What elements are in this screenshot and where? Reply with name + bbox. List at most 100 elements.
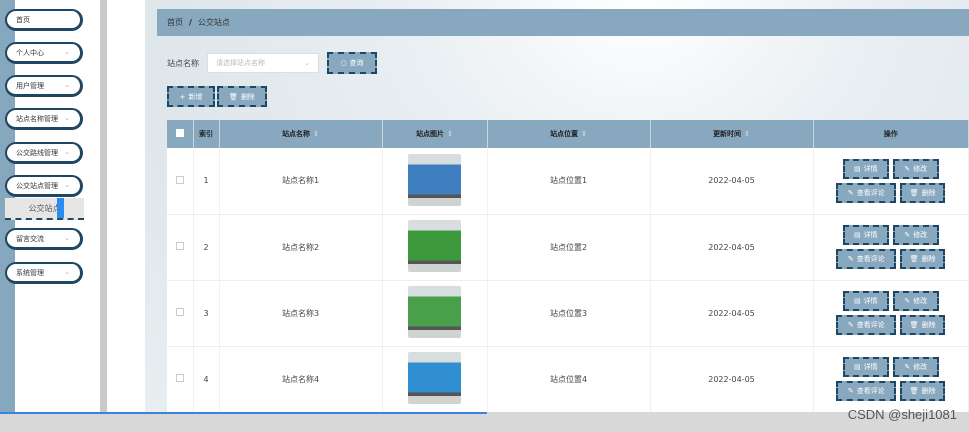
select-placeholder: 请选择站点名称 [216, 59, 265, 67]
document-icon: ▤ [853, 231, 861, 239]
sidebar-item-label: 站点名称管理 [16, 114, 58, 123]
sidebar-item-label: 公交站点管理 [16, 181, 58, 190]
table-row: 2 站点名称2 站点位置2 2022-04-05 ▤ 详情 ✎ 修改 ✎ 查看评论 🗑… [167, 214, 969, 281]
chevron-down-icon: ⌄ [64, 181, 70, 189]
detail-button[interactable]: ▤ 详情 [842, 225, 889, 245]
search-bar: 站点名称 请选择站点名称 ⌄ ○ 查询 [167, 52, 377, 74]
sidebar-item[interactable]: 用户管理 ⌄ [5, 75, 83, 97]
select-all-header [167, 120, 194, 148]
row-checkbox[interactable] [175, 175, 184, 184]
search-label: 站点名称 [167, 58, 199, 68]
sidebar-item[interactable]: 系统管理 ⌄ [5, 262, 83, 284]
detail-button[interactable]: ▤ 详情 [842, 357, 889, 377]
sidebar-item[interactable]: 个人中心 ⌄ [5, 42, 83, 64]
add-button[interactable]: + 新增 [167, 86, 215, 107]
header-index: 索引 [193, 120, 220, 148]
trash-icon: 🗑 [909, 387, 919, 395]
add-label: 新增 [188, 92, 203, 101]
cell-index: 4 [193, 346, 220, 413]
sidebar-item[interactable]: 公交路线管理 ⌄ [5, 142, 83, 164]
edit-icon: ✎ [847, 188, 854, 197]
sidebar-scrollbar[interactable] [100, 0, 107, 412]
delete-button[interactable]: 🗑 删除 [900, 182, 946, 203]
bus-photo[interactable] [408, 153, 461, 206]
breadcrumb-home[interactable]: 首页 [167, 17, 183, 28]
batch-delete-button[interactable]: 🗑 删除 [217, 86, 267, 107]
header-location[interactable]: 站点位置 ⇕ [487, 120, 651, 148]
watermark: CSDN @sheji1081 [847, 407, 957, 422]
chevron-down-icon: ⌄ [64, 268, 70, 276]
document-icon: ▤ [853, 164, 861, 173]
cell-name: 站点名称4 [219, 346, 383, 413]
sidebar-item[interactable]: 站点名称管理 ⌄ [5, 108, 83, 130]
chevron-down-icon: ⌄ [64, 148, 70, 156]
edit-button[interactable]: ✎ 修改 [892, 158, 939, 179]
row-select [167, 346, 194, 413]
sidebar-item[interactable]: 首页 [5, 9, 83, 31]
row-checkbox[interactable] [175, 374, 184, 382]
sidebar-subitem-bus-station[interactable]: 公交站点 [5, 198, 84, 220]
search-button-label: 查询 [349, 59, 364, 67]
sort-icon: ⇕ [744, 130, 750, 138]
header-time[interactable]: 更新时间 ⇕ [650, 120, 814, 148]
delete-button[interactable]: 🗑 删除 [900, 381, 946, 401]
breadcrumb-separator: / [189, 18, 192, 27]
row-select [167, 214, 194, 281]
cell-image [382, 148, 488, 215]
sort-icon: ⇕ [581, 130, 587, 138]
edit-button[interactable]: ✎ 修改 [892, 357, 939, 377]
cell-name: 站点名称2 [219, 214, 383, 281]
cell-time: 2022-04-05 [650, 214, 814, 281]
delete-button[interactable]: 🗑 删除 [900, 249, 946, 269]
edit-icon: ✎ [904, 164, 911, 173]
sidebar-item-label: 用户管理 [16, 81, 44, 90]
view-comments-button[interactable]: ✎ 查看评论 [836, 315, 897, 335]
station-table: 索引 站点名称 ⇕ 站点图片 ⇕ 站点位置 ⇕ 更新时间 ⇕ 操作 1 站点名称1 站点… [167, 120, 969, 413]
chevron-down-icon: ⌄ [304, 59, 310, 67]
edit-icon: ✎ [904, 231, 911, 239]
cell-time: 2022-04-05 [650, 280, 814, 347]
table-row: 3 站点名称3 站点位置3 2022-04-05 ▤ 详情 ✎ 修改 ✎ 查看评论 🗑… [167, 280, 969, 347]
cell-actions: ▤ 详情 ✎ 修改 ✎ 查看评论 🗑 删除 [813, 214, 969, 281]
cell-actions: ▤ 详情 ✎ 修改 ✎ 查看评论 🗑 删除 [813, 280, 969, 347]
bus-photo[interactable] [408, 286, 461, 338]
search-button[interactable]: ○ 查询 [327, 52, 377, 74]
text-selection [57, 198, 64, 218]
view-comments-button[interactable]: ✎ 查看评论 [836, 381, 897, 401]
cell-actions: ▤ 详情 ✎ 修改 ✎ 查看评论 🗑 删除 [813, 148, 969, 215]
cell-image [382, 346, 488, 413]
edit-button[interactable]: ✎ 修改 [892, 225, 939, 245]
sidebar-item-label: 系统管理 [16, 268, 44, 277]
view-comments-button[interactable]: ✎ 查看评论 [836, 182, 897, 203]
view-comments-button[interactable]: ✎ 查看评论 [836, 249, 897, 269]
video-progress-bar[interactable] [0, 412, 487, 414]
sidebar-item-label: 个人中心 [16, 48, 44, 57]
sidebar-item-label: 公交路线管理 [16, 148, 58, 157]
bus-photo[interactable] [408, 220, 461, 272]
sidebar-item-label: 留言交流 [16, 234, 44, 243]
delete-button[interactable]: 🗑 删除 [900, 315, 946, 335]
trash-icon: 🗑 [229, 92, 238, 101]
detail-button[interactable]: ▤ 详情 [842, 158, 889, 179]
station-name-select[interactable]: 请选择站点名称 ⌄ [207, 53, 319, 73]
cell-location: 站点位置2 [487, 214, 651, 281]
detail-button[interactable]: ▤ 详情 [842, 291, 889, 311]
row-checkbox[interactable] [175, 242, 184, 250]
row-checkbox[interactable] [175, 308, 184, 316]
main-content: 首页 / 公交站点 站点名称 请选择站点名称 ⌄ ○ 查询 + 新增 🗑 删除 索引 站… [145, 0, 969, 413]
sidebar-item[interactable]: 留言交流 ⌄ [5, 228, 83, 250]
table-row: 1 站点名称1 站点位置1 2022-04-05 ▤ 详情 ✎ 修改 ✎ 查看评论 🗑… [167, 148, 969, 215]
edit-icon: ✎ [904, 363, 911, 371]
cell-image [382, 280, 488, 347]
edit-icon: ✎ [847, 387, 854, 395]
edit-button[interactable]: ✎ 修改 [892, 291, 939, 311]
document-icon: ▤ [853, 297, 861, 305]
header-name[interactable]: 站点名称 ⇕ [219, 120, 383, 148]
bus-photo[interactable] [408, 352, 461, 404]
sidebar-item[interactable]: 公交站点管理 ⌄ [5, 175, 83, 197]
select-all-checkbox[interactable] [175, 129, 184, 137]
plus-icon: + [179, 92, 186, 101]
header-image[interactable]: 站点图片 ⇕ [382, 120, 488, 148]
chevron-down-icon: ⌄ [64, 48, 70, 56]
trash-icon: 🗑 [909, 321, 919, 329]
